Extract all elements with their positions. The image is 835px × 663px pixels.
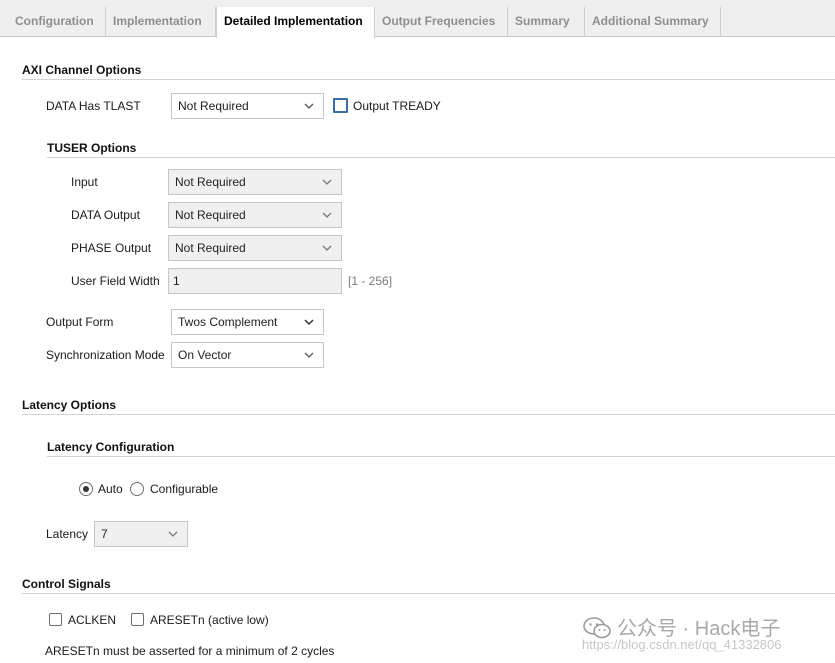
tab-configuration[interactable]: Configuration — [8, 7, 106, 37]
tab-bar: Configuration Implementation Detailed Im… — [0, 0, 835, 38]
tuser-input-label: Input — [71, 175, 98, 189]
radio-selected-dot — [83, 486, 89, 492]
aresetn-note: ARESETn must be asserted for a minimum o… — [45, 644, 335, 658]
axi-channel-options-title: AXI Channel Options — [22, 63, 142, 77]
tuser-phase-output-value: Not Required — [175, 241, 246, 255]
output-form-value: Twos Complement — [178, 315, 278, 329]
chevron-down-icon — [322, 179, 332, 185]
sync-mode-label: Synchronization Mode — [46, 348, 165, 362]
latency-auto-label: Auto — [98, 482, 123, 496]
chevron-down-icon — [304, 352, 314, 358]
latency-label: Latency — [46, 527, 89, 541]
chevron-down-icon — [168, 531, 178, 537]
latency-config-divider — [47, 456, 835, 457]
aresetn-checkbox[interactable] — [131, 613, 144, 626]
chevron-down-icon — [304, 319, 314, 326]
latency-auto-radio[interactable] — [79, 482, 93, 496]
tuser-input-select[interactable]: Not Required — [168, 169, 342, 195]
watermark-url: https://blog.csdn.net/qq_41332806 — [582, 637, 782, 652]
latency-configurable-label: Configurable — [150, 482, 219, 496]
tuser-phase-output-label: PHASE Output — [71, 241, 152, 255]
latency-value: 7 — [101, 527, 108, 541]
tuser-options-title: TUSER Options — [47, 141, 137, 155]
tlast-select[interactable]: Not Required — [171, 93, 324, 119]
latency-divider — [22, 414, 835, 415]
latency-configuration-title: Latency Configuration — [47, 440, 175, 454]
tlast-label: DATA Has TLAST — [46, 99, 141, 113]
output-tready-checkbox[interactable] — [333, 98, 348, 113]
tab-output-frequencies[interactable]: Output Frequencies — [375, 7, 508, 37]
output-tready-label: Output TREADY — [353, 99, 441, 113]
latency-select[interactable]: 7 — [94, 521, 188, 547]
sync-mode-value: On Vector — [178, 348, 232, 362]
chevron-down-icon — [304, 103, 314, 109]
user-field-width-range: [1 - 256] — [348, 274, 393, 288]
output-form-select[interactable]: Twos Complement — [171, 309, 324, 335]
sync-mode-select[interactable]: On Vector — [171, 342, 324, 368]
chevron-down-icon — [322, 245, 332, 251]
output-form-label: Output Form — [46, 315, 114, 329]
tab-additional-summary[interactable]: Additional Summary — [585, 7, 721, 37]
control-divider — [22, 593, 835, 594]
chevron-down-icon — [322, 212, 332, 218]
user-field-width-input[interactable]: 1 — [168, 268, 342, 294]
wechat-icon — [583, 617, 611, 639]
tuser-data-output-select[interactable]: Not Required — [168, 202, 342, 228]
tuser-input-value: Not Required — [175, 175, 246, 189]
control-signals-title: Control Signals — [22, 577, 111, 591]
tuser-phase-output-select[interactable]: Not Required — [168, 235, 342, 261]
user-field-width-label: User Field Width — [71, 274, 160, 288]
aresetn-label: ARESETn (active low) — [150, 613, 269, 627]
tuser-data-output-label: DATA Output — [71, 208, 140, 222]
axi-divider — [22, 79, 835, 80]
latency-options-title: Latency Options — [22, 398, 117, 412]
tab-summary[interactable]: Summary — [508, 7, 585, 37]
aclken-label: ACLKEN — [68, 613, 117, 627]
tuser-data-output-value: Not Required — [175, 208, 246, 222]
aclken-checkbox[interactable] — [49, 613, 62, 626]
tab-implementation[interactable]: Implementation — [106, 7, 216, 37]
tuser-divider — [47, 157, 835, 158]
tab-detailed-implementation[interactable]: Detailed Implementation — [216, 7, 375, 38]
latency-configurable-radio[interactable] — [130, 482, 144, 496]
tlast-select-value: Not Required — [178, 99, 249, 113]
